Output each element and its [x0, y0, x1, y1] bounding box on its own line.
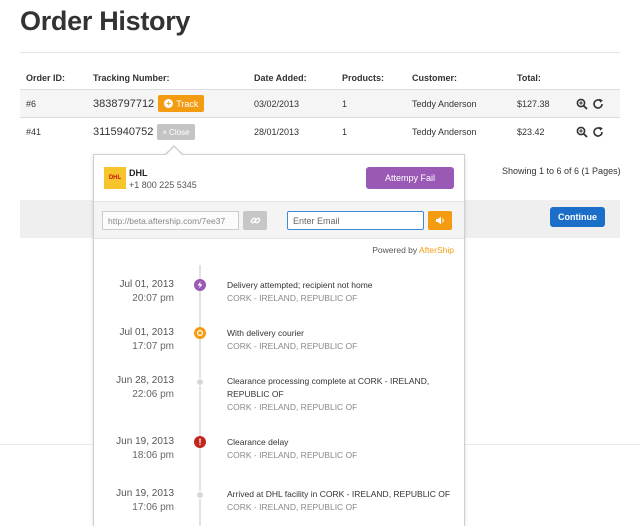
- checkpoint-time: 22:06 pm: [132, 389, 174, 400]
- title-divider: [20, 52, 620, 53]
- track-button-label: Track: [176, 98, 199, 109]
- zoom-in-icon[interactable]: [575, 125, 589, 139]
- checkpoint-date: Jun 19, 2013: [116, 488, 174, 499]
- table-row: #6 3838797712 + Track 03/02/2013 1 Teddy…: [20, 90, 620, 118]
- tracking-cell: 3838797712 + Track: [93, 90, 205, 117]
- lightning-icon: [194, 279, 206, 291]
- page-title: Order History: [20, 6, 191, 36]
- plus-circle-icon: +: [164, 99, 174, 108]
- track-button[interactable]: + Track: [158, 95, 205, 112]
- refresh-icon[interactable]: [591, 97, 605, 111]
- close-icon: ×: [162, 127, 168, 137]
- refresh-icon[interactable]: [591, 125, 605, 139]
- checkpoint-location: CORK - IRELAND, REPUBLIC OF: [227, 341, 358, 351]
- continue-button[interactable]: Continue: [550, 207, 605, 227]
- header-date-added: Date Added:: [254, 72, 307, 83]
- popup-arrow-fill: [166, 147, 182, 155]
- powered-by-prefix: Powered by: [372, 245, 420, 255]
- table-header-row: Order ID: Tracking Number: Date Added: P…: [20, 66, 620, 90]
- exclamation-icon: !: [194, 436, 206, 448]
- order-id: #41: [26, 127, 42, 137]
- checkpoint-time: 20:07 pm: [132, 293, 174, 304]
- row-actions: [575, 118, 607, 146]
- checkpoint-date: Jun 28, 2013: [116, 375, 174, 386]
- order-id: #6: [26, 98, 37, 109]
- checkpoint-message: Delivery attempted; recipient not home: [227, 280, 373, 290]
- header-order-id: Order ID:: [26, 72, 66, 83]
- dhl-logo: DHL: [104, 167, 126, 189]
- tracking-number: 3115940752: [93, 126, 154, 138]
- close-tracking-button[interactable]: × Close: [157, 124, 195, 140]
- header-customer: Customer:: [412, 72, 458, 83]
- share-bar: [94, 201, 464, 239]
- customer-name: Teddy Anderson: [412, 98, 477, 109]
- products-count: 1: [342, 127, 348, 137]
- transit-dot-icon: [196, 491, 204, 499]
- carrier-phone: +1 800 225 5345: [129, 180, 197, 190]
- checkpoint-date: Jun 19, 2013: [116, 436, 174, 447]
- checkpoint-time: 18:06 pm: [132, 450, 174, 461]
- checkpoint-location: CORK - IRELAND, REPUBLIC OF: [227, 450, 358, 460]
- tracking-popup: DHL DHL +1 800 225 5345 Attempy Fail Pow…: [93, 154, 465, 526]
- copy-link-button[interactable]: [243, 211, 267, 230]
- header-products: Products:: [342, 72, 385, 83]
- email-input[interactable]: [287, 211, 424, 230]
- checkpoint-date: Jul 01, 2013: [119, 279, 175, 290]
- date-added: 03/02/2013: [254, 98, 300, 109]
- close-button-label: Close: [169, 127, 190, 137]
- row-actions: [575, 90, 607, 117]
- checkpoint-message: Arrived at DHL facility in CORK - IRELAN…: [227, 489, 451, 499]
- tracking-number: 3838797712: [93, 97, 155, 110]
- checkpoint-message: With delivery courier: [227, 328, 304, 338]
- aftership-link[interactable]: AfterShip: [419, 245, 454, 255]
- pagination-summary: Showing 1 to 6 of 6 (1 Pages): [502, 166, 621, 176]
- checkpoint-date: Jul 01, 2013: [119, 327, 175, 338]
- table-row: #41 3115940752 × Close 28/01/2013 1 Tedd…: [20, 118, 620, 146]
- powered-by: Powered by AfterShip: [372, 245, 454, 255]
- checkpoint-message: Clearance delay: [227, 437, 289, 447]
- checkpoint-message: Clearance processing complete at CORK - …: [227, 376, 430, 399]
- zoom-in-icon[interactable]: [575, 97, 589, 111]
- order-total: $23.42: [517, 127, 545, 137]
- speaker-icon: [435, 216, 444, 225]
- checkpoint-time: 17:06 pm: [132, 502, 174, 513]
- checkpoint-location: CORK - IRELAND, REPUBLIC OF: [227, 293, 358, 303]
- delivery-icon: [194, 327, 206, 339]
- checkpoint-time: 17:07 pm: [132, 341, 174, 352]
- checkpoint-location: CORK - IRELAND, REPUBLIC OF: [227, 502, 358, 512]
- notify-button[interactable]: [428, 211, 452, 230]
- checkpoint-location: CORK - IRELAND, REPUBLIC OF: [227, 402, 358, 412]
- header-total: Total:: [517, 72, 541, 83]
- customer-name: Teddy Anderson: [412, 127, 477, 137]
- timeline-line: [199, 265, 201, 526]
- order-total: $127.38: [517, 98, 550, 109]
- tracking-cell: 3115940752 × Close: [93, 118, 195, 146]
- header-tracking-number: Tracking Number:: [93, 72, 170, 83]
- transit-dot-icon: [196, 378, 204, 386]
- share-url-field[interactable]: [102, 211, 239, 230]
- products-count: 1: [342, 98, 348, 109]
- status-badge: Attempy Fail: [366, 167, 454, 189]
- link-icon: [250, 217, 260, 224]
- carrier-name: DHL: [129, 168, 148, 178]
- date-added: 28/01/2013: [254, 127, 300, 137]
